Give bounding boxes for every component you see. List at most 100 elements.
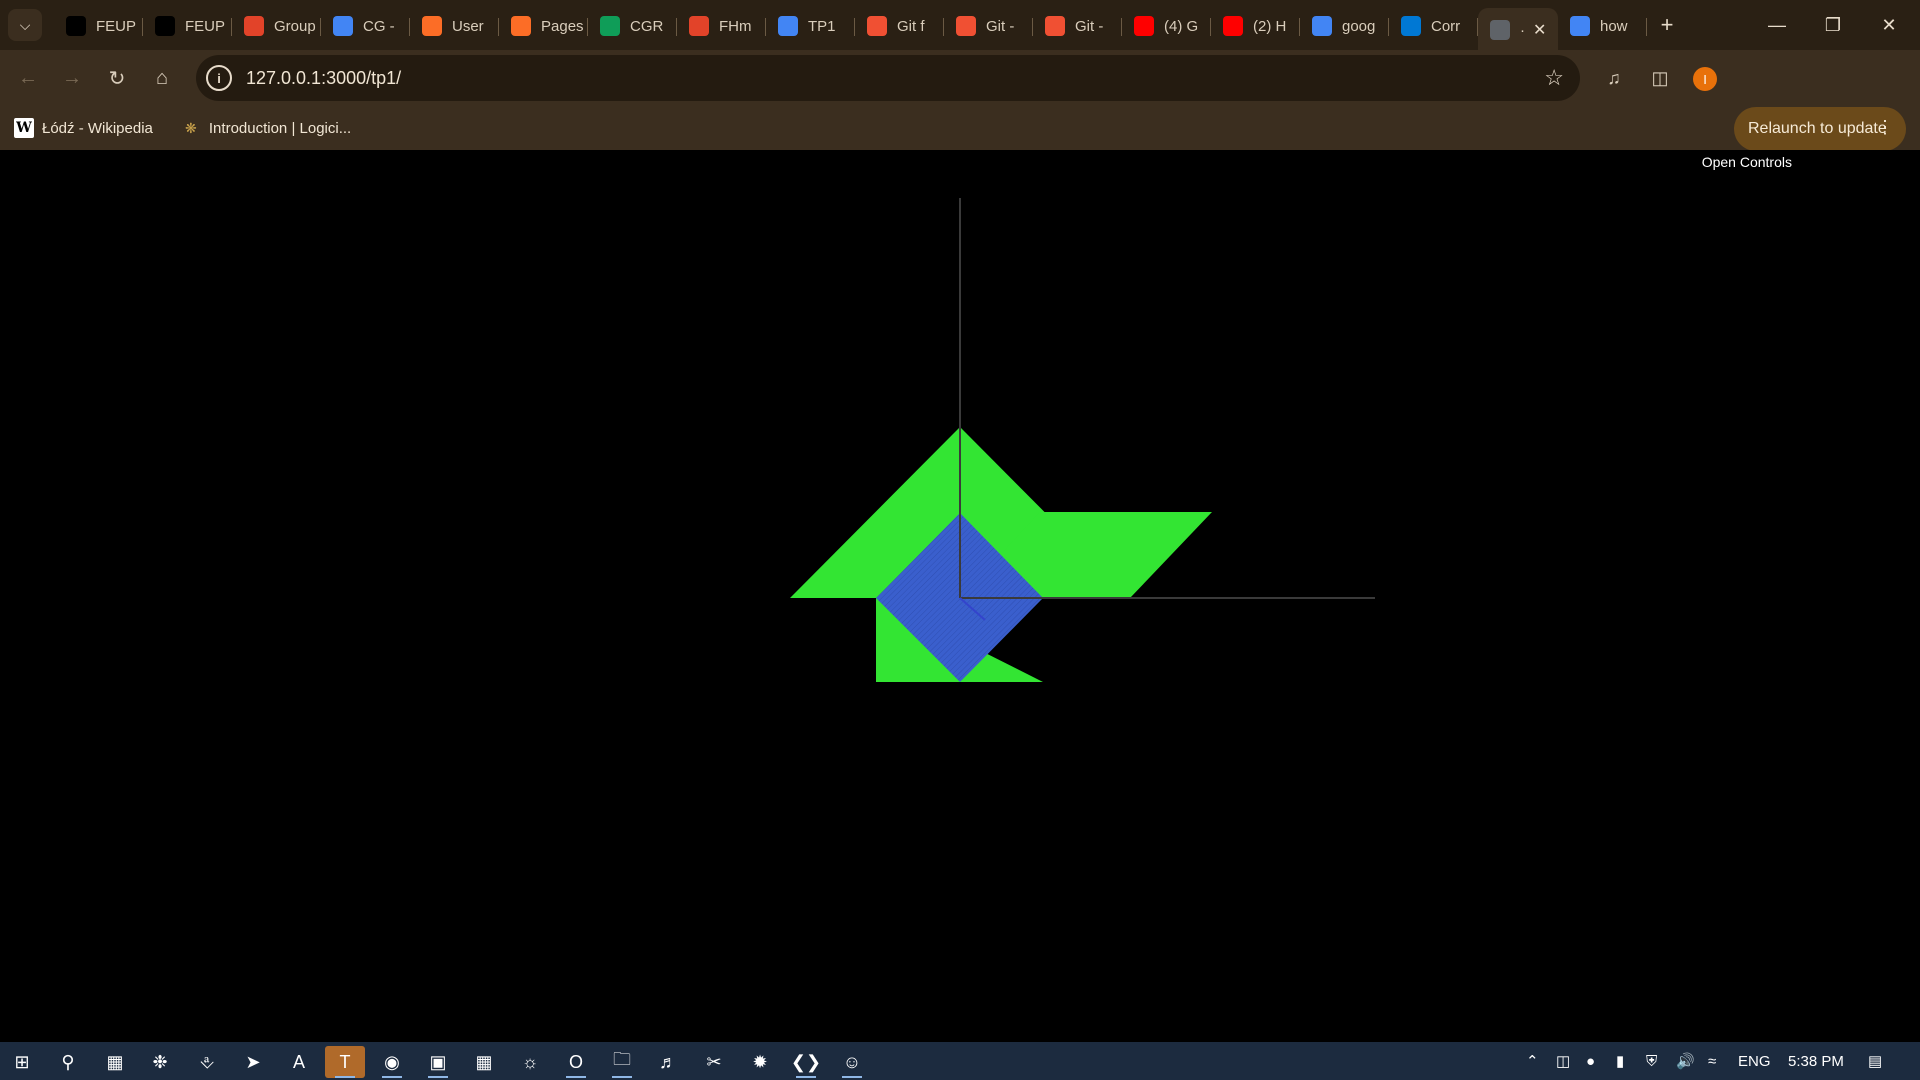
git-icon: [956, 16, 976, 36]
browser-tab[interactable]: (2) H: [1211, 8, 1300, 44]
browser-tab[interactable]: FEUP: [143, 8, 232, 44]
start-windows-icon[interactable]: ⊞: [2, 1046, 42, 1078]
minimize-button[interactable]: —: [1754, 8, 1800, 42]
U.-icon: [66, 16, 86, 36]
profile-avatar[interactable]: I: [1693, 67, 1717, 91]
logicismo-icon: ❋: [185, 119, 197, 136]
show-hidden-icons[interactable]: ⌃: [1526, 1042, 1539, 1080]
new-tab-button[interactable]: +: [1652, 10, 1682, 40]
home-icon: ⌂: [155, 66, 169, 89]
edge-icon[interactable]: ☼: [510, 1046, 550, 1078]
vpn-icon[interactable]: ●: [1586, 1042, 1595, 1080]
close-window-button[interactable]: ✕: [1866, 8, 1912, 42]
battery-icon[interactable]: ▮: [1616, 1042, 1624, 1080]
remote-desktop-icon[interactable]: ⎀: [187, 1046, 227, 1078]
bookmark-lodz-wikipedia[interactable]: W Łódź - Wikipedia: [14, 118, 153, 138]
browser-tab[interactable]: goog: [1300, 8, 1389, 44]
language-indicator[interactable]: ENG: [1738, 1042, 1771, 1080]
url-text[interactable]: 127.0.0.1:3000/tp1/: [246, 68, 401, 89]
bookmark-label: Łódź - Wikipedia: [42, 119, 153, 137]
bookmark-logicismo[interactable]: ❋ Introduction | Logici...: [181, 118, 351, 138]
tab-search-button[interactable]: ⌵: [8, 9, 42, 41]
security-icon[interactable]: ◫: [1556, 1042, 1570, 1080]
arrow-left-icon: ←: [18, 66, 38, 89]
telegram-icon[interactable]: ➤: [233, 1046, 273, 1078]
teams-icon[interactable]: T: [325, 1046, 365, 1078]
browser-tab[interactable]: CGR: [588, 8, 677, 44]
tab-title: Git -: [986, 17, 1015, 35]
reload-button[interactable]: ↻: [101, 62, 133, 94]
reload-icon: ↻: [108, 67, 126, 90]
browser-tab[interactable]: how: [1558, 8, 1647, 44]
browser-chrome: ⌵ FEUP FEUP Group CG - User Pages CGR FHm TP1 Git…: [0, 0, 1920, 151]
U-icon: [155, 16, 175, 36]
home-button[interactable]: ⌂: [146, 62, 178, 94]
tab-title: Group: [274, 17, 316, 35]
media-controls-icon[interactable]: ♫: [1598, 62, 1630, 94]
chrome-icon[interactable]: ◉: [372, 1046, 412, 1078]
side-panel-icon[interactable]: ◫: [1644, 62, 1676, 94]
google-icon: [1312, 16, 1332, 36]
webgl-viewport[interactable]: Open Controls: [0, 150, 1920, 1042]
navigation-bar: ← → ↻ ⌂ i 127.0.0.1:3000/tp1/ ☆ ♫ ◫ Rela…: [0, 50, 1920, 151]
chatgpt-icon[interactable]: ✹: [740, 1046, 780, 1078]
tab-title: (2) H: [1253, 17, 1287, 35]
arrow-right-icon: →: [62, 66, 82, 89]
file-explorer-icon[interactable]: 🗀: [602, 1046, 642, 1078]
widgets-icon[interactable]: ▦: [95, 1046, 135, 1078]
outlook-icon[interactable]: O: [556, 1046, 596, 1078]
browser-tab[interactable]: Git -: [944, 8, 1033, 44]
youtube-icon: [1223, 16, 1243, 36]
browser-tab[interactable]: TP1: [766, 8, 855, 44]
defender-icon[interactable]: ⛨: [1646, 1042, 1657, 1080]
browser-tab[interactable]: Pages: [499, 8, 588, 44]
tab-title: CG -: [363, 17, 395, 35]
tab-title: User: [452, 17, 484, 35]
volume-icon[interactable]: 🔊: [1676, 1042, 1695, 1080]
chevron-down-icon: ⌵: [19, 16, 31, 33]
browser-tab[interactable]: (4) G: [1122, 8, 1211, 44]
tab-title: goog: [1342, 17, 1376, 35]
snipping-tool-icon[interactable]: ✂: [694, 1046, 734, 1078]
browser-tab[interactable]: Git -: [1033, 8, 1122, 44]
tab-title: Git f: [897, 17, 925, 35]
close-tab-icon[interactable]: ✕: [1533, 20, 1546, 40]
notifications-icon[interactable]: ▤: [1868, 1042, 1882, 1080]
globe-icon: [1490, 20, 1510, 40]
vscode-icon[interactable]: ❮❯: [786, 1046, 826, 1078]
wikipedia-icon: W: [14, 118, 34, 138]
docs-icon: [333, 16, 353, 36]
search-icon[interactable]: ⚲: [48, 1046, 88, 1078]
acrobat-icon[interactable]: A: [279, 1046, 319, 1078]
forward-button[interactable]: →: [56, 62, 88, 94]
clock[interactable]: 5:38 PM: [1788, 1042, 1844, 1080]
docs-icon: [778, 16, 798, 36]
pycharm-icon[interactable]: ▣: [418, 1046, 458, 1078]
bookmark-star-icon[interactable]: ☆: [1544, 65, 1564, 91]
browser-tab[interactable]: CG -: [321, 8, 410, 44]
wifi-icon[interactable]: ≈: [1708, 1042, 1716, 1080]
tab-title: CGR: [630, 17, 664, 35]
tab-title: (4) G: [1164, 17, 1199, 35]
site-info-icon[interactable]: i: [206, 65, 232, 91]
tab-title: Pages: [541, 17, 584, 35]
google-icon: [1570, 16, 1590, 36]
browser-tab[interactable]: FEUP: [54, 8, 143, 44]
tab-list: FEUP FEUP Group CG - User Pages CGR FHm TP1 Git f…: [54, 6, 1647, 52]
address-bar[interactable]: i 127.0.0.1:3000/tp1/ ☆: [196, 55, 1580, 101]
back-button[interactable]: ←: [12, 62, 44, 94]
browser-tab[interactable]: Git f: [855, 8, 944, 44]
microsoft-store-icon[interactable]: ▦: [464, 1046, 504, 1078]
browser-tab[interactable]: User: [410, 8, 499, 44]
restore-button[interactable]: ❐: [1810, 8, 1856, 42]
browser-tab[interactable]: FHm: [677, 8, 766, 44]
tab-title: ·: [1520, 21, 1525, 39]
gitlab-icon: [422, 16, 442, 36]
git-icon: [1045, 16, 1065, 36]
browser-tab[interactable]: Group: [232, 8, 321, 44]
browser-tab[interactable]: Corr: [1389, 8, 1478, 44]
browser-tab[interactable]: · ✕: [1478, 8, 1558, 52]
edge-dev-icon[interactable]: ❉: [140, 1046, 180, 1078]
discord-icon[interactable]: ☺: [832, 1046, 872, 1078]
spotify-icon[interactable]: ♬: [648, 1046, 688, 1078]
